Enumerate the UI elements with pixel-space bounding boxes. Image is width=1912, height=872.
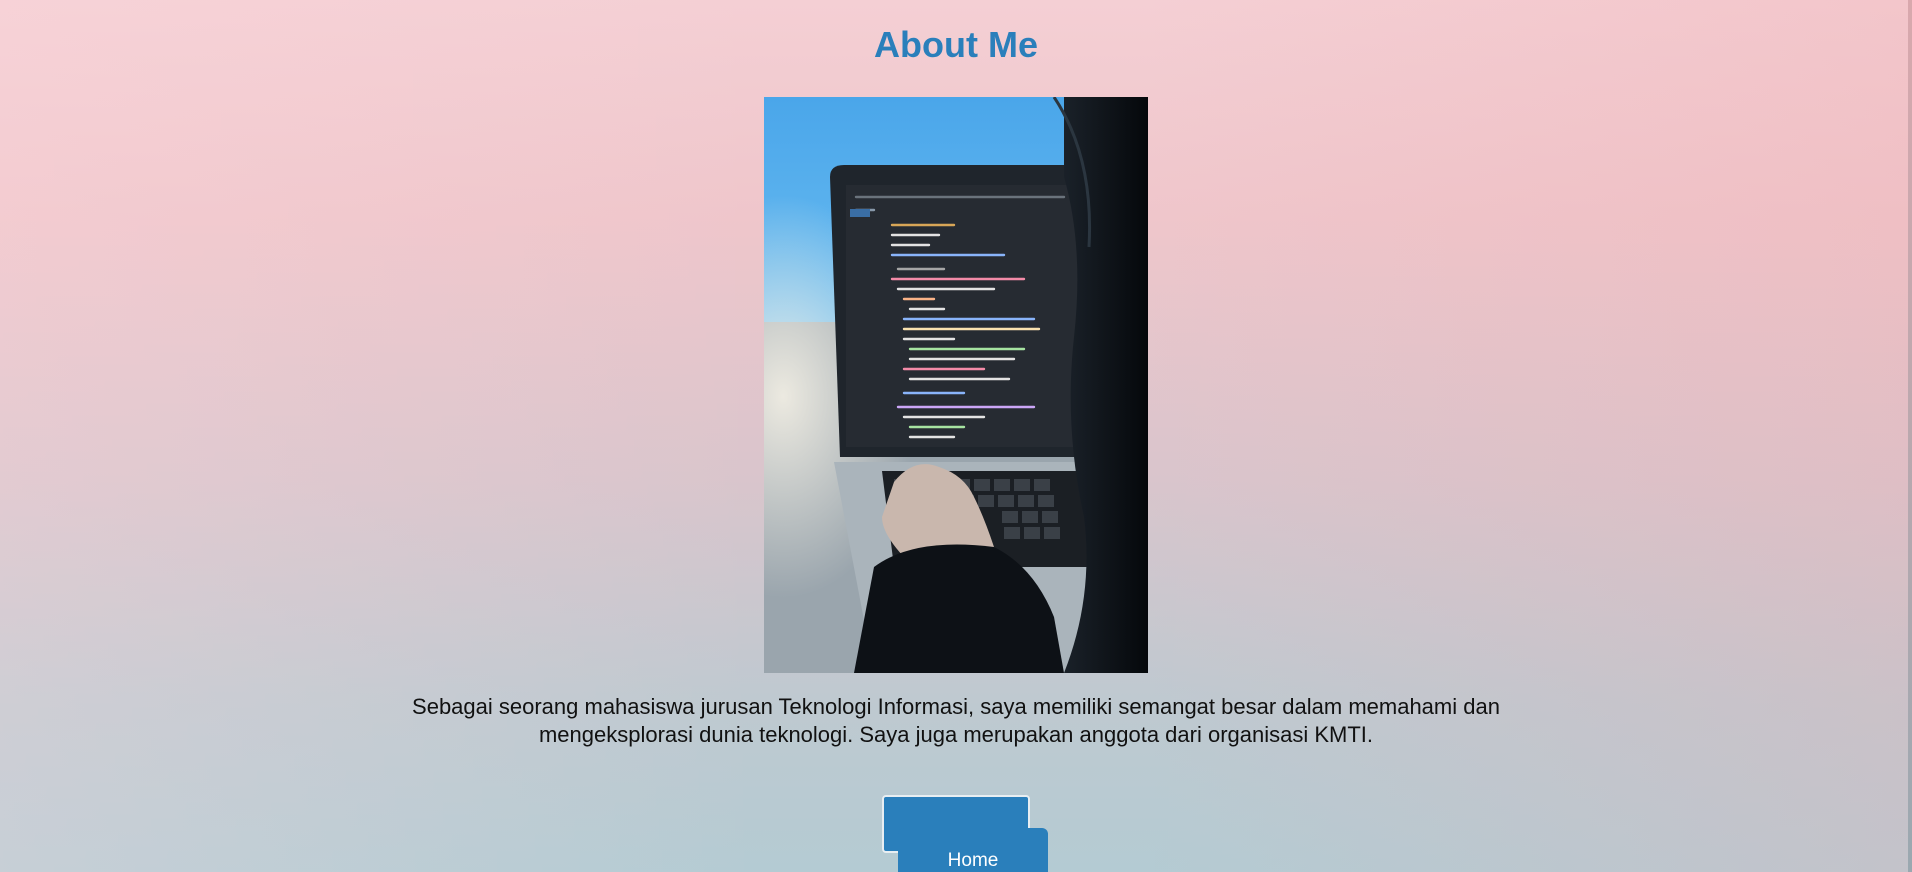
page-title: About Me (874, 24, 1038, 65)
about-page: About Me Sebagai seorang mahasiswa jurus… (0, 0, 1912, 872)
about-description: Sebagai seorang mahasiswa jurusan Teknol… (412, 694, 1500, 747)
profile-photo (764, 97, 1148, 673)
laptop-coding-photo-icon (764, 97, 1148, 673)
home-button[interactable]: Home (898, 828, 1048, 872)
